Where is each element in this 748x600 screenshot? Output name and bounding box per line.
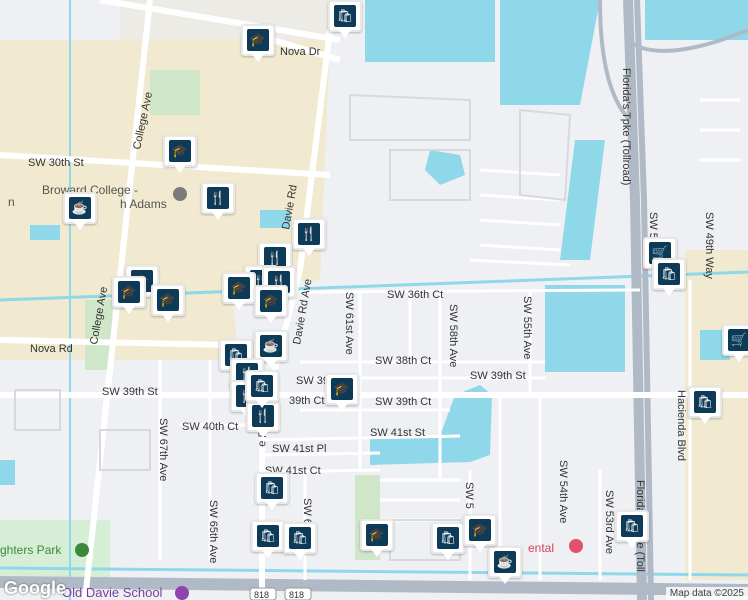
- street-label: SW 39th Ct: [375, 396, 431, 408]
- place-label: n: [8, 195, 15, 209]
- poi-pin-school[interactable]: 🎓: [360, 519, 394, 559]
- water-body: [365, 0, 495, 62]
- poi-pin-school[interactable]: 🎓: [325, 373, 359, 413]
- graduation-cap-icon: 🎓: [157, 289, 179, 311]
- park-area: [150, 70, 200, 115]
- graduation-cap-icon: 🎓: [469, 519, 491, 541]
- google-logo[interactable]: Google: [4, 578, 66, 599]
- hospital-icon: [569, 539, 583, 553]
- street-label: Nova Dr: [280, 46, 321, 58]
- place-label: ental: [528, 541, 554, 555]
- street-label: SW 41st Pl: [272, 443, 326, 455]
- school-icon: [173, 187, 187, 201]
- street-label: SW 41st St: [370, 427, 425, 439]
- map-data-attribution[interactable]: Map data ©2025: [665, 587, 748, 600]
- place-label: Old Davie School: [62, 585, 163, 600]
- poi-pin-shopping[interactable]: 🛍: [328, 0, 362, 40]
- graduation-cap-icon: 🎓: [118, 281, 140, 303]
- street-label: Hacienda Blvd: [675, 390, 687, 461]
- poi-pin-school[interactable]: 🎓: [151, 284, 185, 324]
- street-label: SW 54th Ave: [557, 460, 569, 523]
- poi-pin-shopping[interactable]: 🛍: [688, 386, 722, 426]
- street-label: SW 6: [301, 498, 313, 525]
- place-label: h Adams: [120, 197, 167, 211]
- fork-knife-icon: 🍴: [207, 187, 229, 209]
- street-label: SW 67th Ave: [157, 418, 169, 481]
- shopping-bag-icon: 🛍: [694, 391, 716, 413]
- svg-text:818: 818: [254, 590, 269, 600]
- street-label: SW 5: [647, 212, 659, 239]
- shopping-bag-icon: 🛍: [261, 477, 283, 499]
- poi-pin-school[interactable]: 🎓: [463, 514, 497, 554]
- street-label: SW 39th St: [102, 386, 158, 398]
- poi-pin-shopping[interactable]: 🛍: [615, 510, 649, 550]
- graduation-cap-icon: 🎓: [228, 277, 250, 299]
- graduation-cap-icon: 🎓: [260, 290, 282, 312]
- shopping-bag-icon: 🛍: [251, 375, 273, 397]
- street-label: SW 65th Ave: [207, 500, 219, 563]
- shopping-bag-icon: 🛍: [658, 263, 680, 285]
- street-label: SW 40th Ct: [182, 421, 238, 433]
- poi-pin-shopping[interactable]: 🛍: [431, 522, 465, 562]
- poi-pin-shopping[interactable]: 🛍: [283, 522, 317, 562]
- fork-knife-icon: 🍴: [298, 223, 320, 245]
- route-shield: 818: [284, 587, 312, 600]
- shopping-bag-icon: 🛍: [621, 515, 643, 537]
- svg-text:818: 818: [289, 590, 304, 600]
- street-label: SW 61st Ave: [343, 292, 355, 355]
- water-body: [545, 285, 625, 372]
- poi-pin-restaurant[interactable]: 🍴: [292, 218, 326, 258]
- street-label: 39th Ct: [289, 395, 324, 407]
- route-shield: 818: [249, 587, 277, 600]
- coffee-cup-icon: ☕: [260, 335, 282, 357]
- water-body: [0, 460, 15, 485]
- water-body: [425, 150, 465, 185]
- shopping-cart-icon: 🛒: [728, 329, 748, 351]
- shopping-bag-icon: 🛍: [257, 525, 279, 547]
- street-label: SW 30th St: [28, 157, 84, 169]
- street-label: Florida's Tpke (Tollroad): [620, 68, 632, 185]
- poi-pin-shopping[interactable]: 🛍: [251, 520, 285, 560]
- street-label: SW 38th Ct: [375, 355, 431, 367]
- poi-pin-school[interactable]: 🎓: [112, 276, 146, 316]
- street-label: Nova Rd: [30, 343, 73, 355]
- shopping-bag-icon: 🛍: [334, 5, 356, 27]
- poi-pin-shopping-cart[interactable]: 🛒: [722, 324, 748, 364]
- poi-pin-shopping[interactable]: 🛍: [255, 472, 289, 512]
- street-label: SW 55th Ave: [521, 296, 533, 359]
- poi-pin-shopping[interactable]: 🛍: [652, 258, 686, 298]
- poi-pin-shopping[interactable]: 🛍: [245, 370, 279, 410]
- graduation-cap-icon: 🎓: [331, 378, 353, 400]
- street-label: SW 58th Ave: [447, 304, 459, 367]
- graduation-cap-icon: 🎓: [247, 29, 269, 51]
- poi-pin-school[interactable]: 🎓: [222, 272, 256, 312]
- water-body: [500, 0, 600, 105]
- poi-pin-cafe[interactable]: ☕: [63, 192, 97, 232]
- coffee-cup-icon: ☕: [494, 551, 516, 573]
- street-label: SW 5: [463, 482, 475, 509]
- coffee-cup-icon: ☕: [69, 197, 91, 219]
- street-label: SW 53rd Ave: [603, 490, 615, 554]
- poi-pin-restaurant[interactable]: 🍴: [201, 182, 235, 222]
- poi-pin-school[interactable]: 🎓: [163, 135, 197, 175]
- poi-pin-school[interactable]: 🎓: [241, 24, 275, 64]
- graduation-cap-icon: 🎓: [366, 524, 388, 546]
- water-body: [30, 225, 60, 240]
- landmark-icon: [175, 586, 189, 600]
- shopping-bag-icon: 🛍: [437, 527, 459, 549]
- street-label: SW 36th Ct: [387, 289, 443, 301]
- street-label: SW 49th Way: [703, 212, 715, 279]
- place-label: ghters Park: [0, 543, 62, 557]
- shopping-bag-icon: 🛍: [289, 527, 311, 549]
- poi-pin-school[interactable]: 🎓: [254, 285, 288, 325]
- street-label: SW 39th St: [470, 370, 526, 382]
- graduation-cap-icon: 🎓: [169, 140, 191, 162]
- park-icon: [75, 543, 89, 557]
